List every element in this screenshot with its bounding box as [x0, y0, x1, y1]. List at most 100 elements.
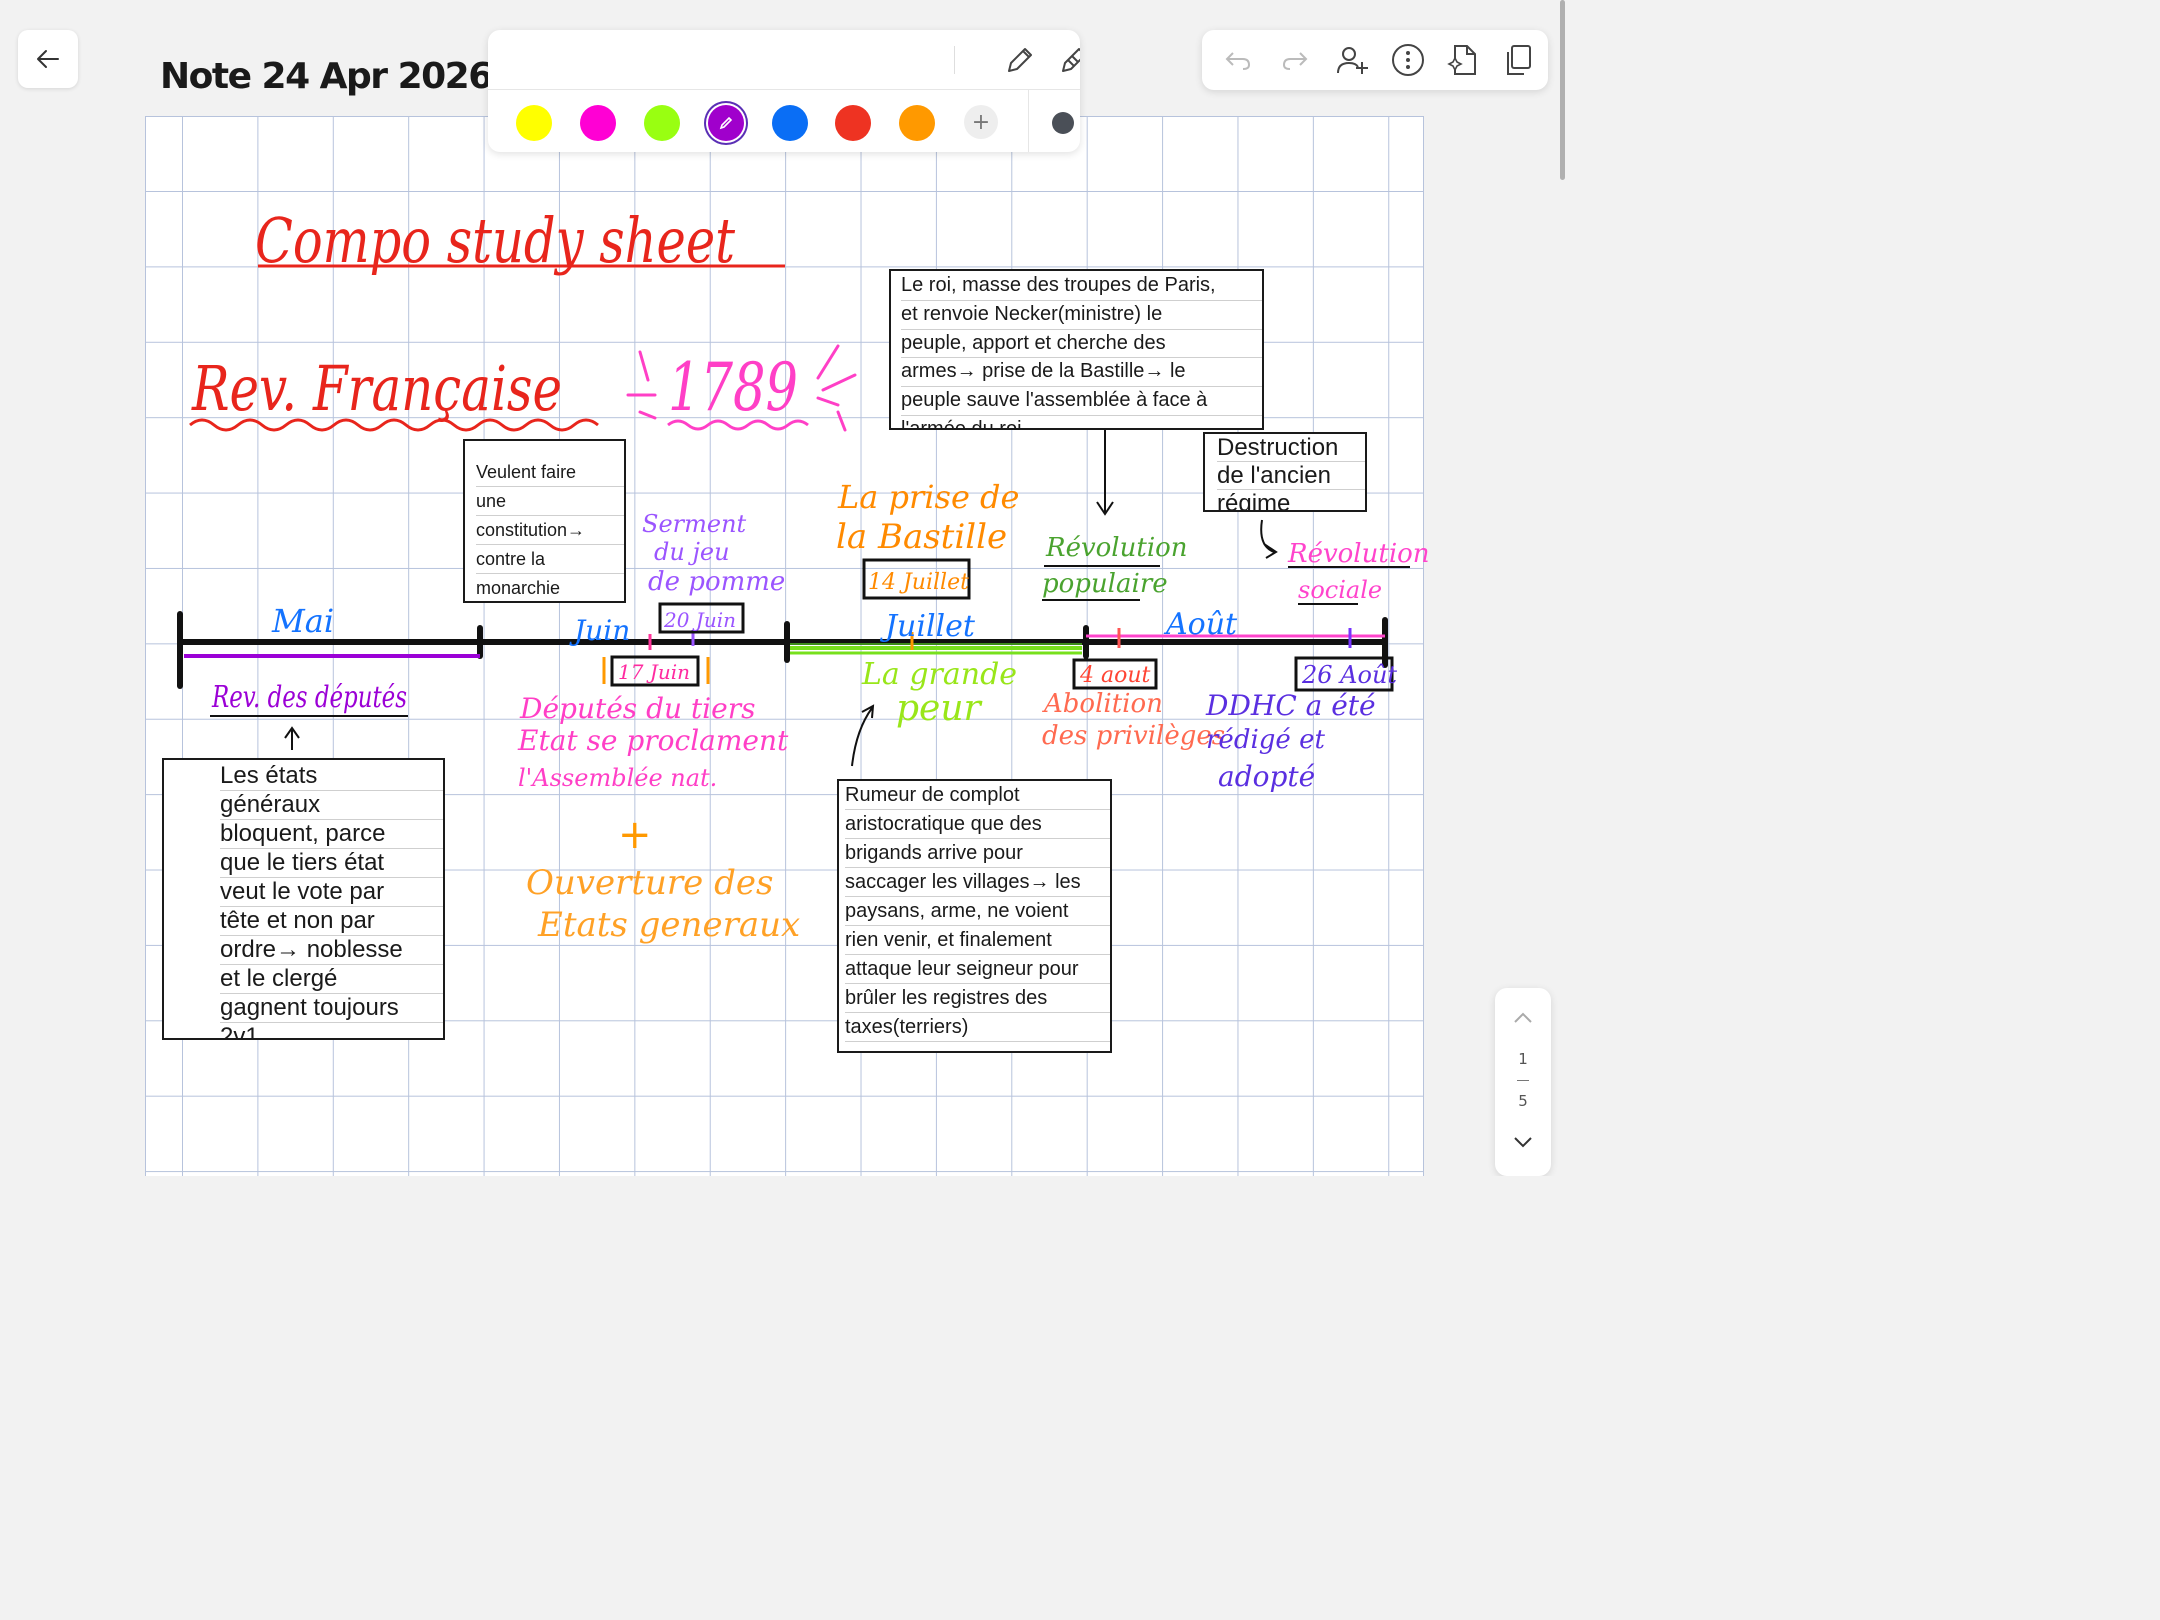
vertical-scrollbar[interactable] — [1560, 0, 1565, 180]
notes-app: Note 24 Apr 2026 Compo study sheet Rev. … — [0, 0, 1568, 1176]
textbox-line: rien venir, et finalement — [845, 926, 1110, 955]
hw-month-juillet: Juillet — [879, 609, 976, 644]
textbox-line: peuple, apport et cherche des — [901, 330, 1262, 359]
textbox-line: l'armée du roi — [901, 416, 1262, 428]
stroke-size-button[interactable] — [1052, 112, 1074, 134]
chevron-up-icon[interactable] — [1511, 1008, 1535, 1032]
textbox-destruction[interactable]: Destruction de l'ancien régime — [1203, 432, 1367, 512]
textbox-line: contre la — [476, 545, 624, 574]
document-toolbar — [1202, 30, 1548, 90]
textbox-line: et renvoie Necker(ministre) le — [901, 301, 1262, 330]
hw-deputes-3: l'Assemblée nat. — [518, 764, 717, 792]
textbox-line: une — [476, 487, 624, 516]
hw-date-14-juillet: 14 Juillet — [868, 570, 969, 595]
textbox-line: aristocratique que des — [845, 810, 1110, 839]
arrow-to-grande-peur — [851, 704, 875, 767]
textbox-line: Les états — [220, 762, 443, 791]
color-row: + — [488, 90, 1080, 152]
hw-ddhc-3: adopté — [1218, 760, 1315, 793]
add-person-icon[interactable] — [1334, 42, 1370, 78]
hw-plus: + — [618, 812, 652, 858]
page-total: 5 — [1518, 1092, 1528, 1110]
hw-subject: Rev. Française — [191, 352, 562, 425]
page-navigator: 1 5 — [1495, 988, 1551, 1176]
textbox-line: brigands arrive pour — [845, 839, 1110, 868]
hw-abolition-1: Abolition — [1042, 689, 1163, 719]
pencil-icon[interactable] — [1056, 42, 1080, 78]
textbox-line: et le clergé — [220, 965, 443, 994]
chevron-down-icon[interactable] — [1511, 1132, 1535, 1156]
textbox-line: que le tiers état — [220, 849, 443, 878]
textbox-line: Veulent faire — [476, 458, 624, 487]
color-swatch-magenta[interactable] — [580, 105, 616, 141]
textbox-line: régime — [1217, 490, 1365, 510]
textbox-line: attaque leur seigneur pour — [845, 955, 1110, 984]
hw-date-4-aout: 4 aout — [1079, 663, 1151, 688]
copy-pages-icon[interactable] — [1500, 42, 1536, 78]
hw-rev-pop-2: populaire — [1042, 569, 1168, 599]
arrow-roi-to-rev — [1096, 430, 1114, 516]
drawing-toolbar: Tt — [488, 30, 1080, 152]
hw-date-20-juin: 20 Juin — [663, 608, 736, 632]
color-swatch-purple[interactable] — [708, 105, 744, 141]
color-swatch-yellow[interactable] — [516, 105, 552, 141]
hw-prise-2: la Bastille — [836, 517, 1007, 557]
hw-ddhc-2: rédigé et — [1206, 725, 1325, 755]
color-swatch-red[interactable] — [835, 105, 871, 141]
textbox-line: saccager les villages→ les — [845, 868, 1110, 897]
textbox-constitution[interactable]: Veulent faire une constitution→ contre l… — [463, 439, 626, 603]
textbox-line: taxes(terriers) — [845, 1013, 1110, 1042]
hw-ouverture-2: Etats generaux — [537, 905, 800, 945]
textbox-line: Destruction — [1217, 434, 1365, 462]
textbox-line: 2v1 — [220, 1023, 443, 1038]
hw-grande-peur-1: La grande — [861, 657, 1017, 692]
ai-page-icon[interactable] — [1445, 42, 1481, 78]
undo-icon[interactable] — [1220, 42, 1256, 78]
hw-ddhc-1: DDHC a été — [1205, 689, 1376, 722]
textbox-line: Le roi, masse des troupes de Paris, — [901, 272, 1262, 301]
arrow-destruction-to-rev — [1260, 519, 1278, 559]
textbox-line: bloquent, parce — [220, 820, 443, 849]
hw-deputes-2: Etat se proclament — [517, 724, 789, 757]
toolbar-divider — [954, 46, 955, 74]
color-swatch-blue[interactable] — [772, 105, 808, 141]
hw-date-17-juin: 17 Juin — [618, 660, 690, 684]
add-color-button[interactable]: + — [964, 105, 998, 139]
hw-rev-pop-1: Révolution — [1045, 533, 1188, 563]
hw-month-juin: Juin — [569, 614, 630, 647]
textbox-line: paysans, arme, ne voient — [845, 897, 1110, 926]
hw-abolition-2: des privilèges — [1042, 721, 1225, 751]
textbox-line: ordre→ noblesse — [220, 936, 443, 965]
hw-year: 1789 — [668, 349, 798, 426]
textbox-rumeur[interactable]: Rumeur de complot aristocratique que des… — [837, 779, 1112, 1053]
textbox-line: Rumeur de complot — [845, 781, 1110, 810]
hw-prise-1: La prise de — [837, 478, 1019, 516]
textbox-line: gagnent toujours — [220, 994, 443, 1023]
hw-rev-deputes: Rev. des députés — [211, 680, 407, 715]
hw-grande-peur-2: peur — [896, 688, 983, 729]
page-current: 1 — [1518, 1050, 1528, 1068]
more-icon[interactable] — [1390, 42, 1426, 78]
hw-deputes-1: Députés du tiers — [519, 692, 755, 725]
color-divider — [1028, 90, 1029, 152]
hw-serment-3: de pomme — [648, 567, 785, 597]
textbox-line: brûler les registres des — [845, 984, 1110, 1013]
textbox-line: tête et non par — [220, 907, 443, 936]
textbox-roi[interactable]: Le roi, masse des troupes de Paris, et r… — [889, 269, 1264, 430]
subject-wavy-underline — [189, 418, 599, 432]
hw-month-aout: Août — [1163, 607, 1238, 642]
edit-pencil-icon — [719, 116, 733, 130]
textbox-etats-generaux[interactable]: Les états généraux bloquent, parce que l… — [162, 758, 445, 1040]
hw-rev-soc-1: Révolution — [1287, 539, 1430, 569]
pen-icon[interactable] — [1002, 42, 1038, 78]
color-swatch-orange[interactable] — [899, 105, 935, 141]
textbox-line: monarchie — [476, 574, 624, 601]
color-swatch-lime[interactable] — [644, 105, 680, 141]
hw-month-mai: Mai — [271, 602, 334, 640]
redo-icon[interactable] — [1277, 42, 1313, 78]
tool-row: Tt — [488, 30, 1080, 90]
textbox-line: constitution→ — [476, 516, 624, 545]
page-divider — [1517, 1080, 1529, 1081]
hw-serment-1: Serment — [642, 510, 747, 538]
hw-serment-2: du jeu — [654, 538, 730, 566]
